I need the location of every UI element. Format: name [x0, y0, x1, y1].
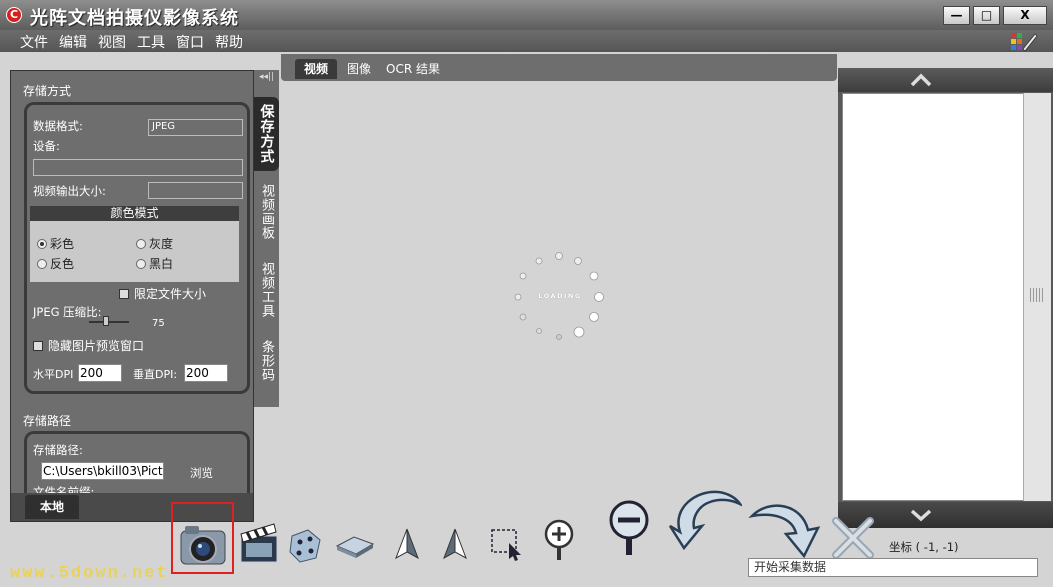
menu-help[interactable]: 帮助 [215, 32, 243, 52]
tab-image[interactable]: 图像 [341, 59, 377, 79]
redo-icon[interactable] [748, 500, 824, 560]
video-output-size-label: 视频输出大小: [33, 184, 106, 198]
chevron-up-icon [910, 73, 932, 87]
storage-path-heading: 存储路径 [23, 414, 72, 428]
storage-mode-group: 数据格式: JPEG 设备: 视频输出大小: 颜色模式 彩色 灰度 反色 黑白 … [24, 102, 250, 394]
minimize-button[interactable]: — [943, 6, 970, 25]
storage-mode-heading: 存储方式 [23, 84, 72, 98]
radio-color[interactable]: 彩色 [37, 235, 74, 252]
close-button[interactable]: X [1003, 6, 1047, 25]
thumbnail-panel [838, 68, 1053, 528]
rotate-right-icon[interactable] [440, 526, 470, 564]
video-output-size-field[interactable] [148, 182, 243, 199]
limit-file-size-checkbox[interactable]: 限定文件大小 [119, 285, 206, 302]
window-title: 光阵文档拍摄仪影像系统 [30, 8, 239, 29]
color-mode-box: 颜色模式 彩色 灰度 反色 黑白 [30, 206, 239, 282]
zoom-out-icon[interactable] [606, 498, 652, 556]
tab-video-canvas[interactable]: 视频画板 [254, 175, 279, 249]
side-tab-strip: ◂◂|| 保存方式 视频画板 视频工具 条形码 [254, 70, 279, 407]
tab-local[interactable]: 本地 [25, 495, 79, 519]
undo-icon[interactable] [662, 484, 742, 554]
menu-tools[interactable]: 工具 [137, 32, 165, 52]
menu-edit[interactable]: 编辑 [59, 32, 87, 52]
jpeg-compress-track [89, 321, 129, 323]
menu-file[interactable]: 文件 [20, 32, 48, 52]
device-label: 设备: [33, 139, 60, 153]
watermark: www.5down.net [10, 564, 169, 583]
tab-barcode[interactable]: 条形码 [254, 331, 279, 391]
jpeg-compress-slider[interactable] [103, 316, 109, 326]
menu-view[interactable]: 视图 [98, 32, 126, 52]
hide-preview-checkbox[interactable]: 隐藏图片预览窗口 [33, 337, 144, 354]
maximize-button[interactable]: □ [973, 6, 1000, 25]
radio-invert[interactable]: 反色 [37, 255, 74, 272]
tab-video-tools[interactable]: 视频工具 [254, 253, 279, 327]
jpeg-compress-value: 75 [152, 318, 165, 329]
loading-text: LOADING [538, 292, 582, 300]
menu-window[interactable]: 窗口 [176, 32, 204, 52]
thumbnail-scroll-up[interactable] [838, 68, 1053, 92]
color-mode-header: 颜色模式 [30, 206, 239, 221]
radio-black-white[interactable]: 黑白 [136, 255, 173, 272]
data-format-label: 数据格式: [33, 119, 83, 133]
browse-button[interactable]: 浏览 [190, 465, 213, 481]
jpeg-compress-label: JPEG 压缩比: [33, 305, 102, 319]
scrollbar-grip-icon[interactable] [1030, 288, 1044, 302]
menu-bar: 文件 编辑 视图 工具 窗口 帮助 [0, 30, 1053, 52]
camera-capture-icon[interactable] [178, 522, 228, 567]
data-format-field[interactable]: JPEG [148, 119, 243, 136]
storage-path-label: 存储路径: [33, 443, 83, 457]
vertical-dpi-input[interactable]: 200 [184, 364, 228, 382]
scanner-icon[interactable] [334, 530, 376, 560]
storage-path-group: 存储路径: C:\Users\bkill03\Pict 浏览 文件名前缀: [24, 431, 250, 501]
thumbnail-list[interactable] [842, 93, 1024, 501]
horizontal-dpi-label: 水平DPI [33, 368, 74, 381]
view-tab-bar: 视频 图像 OCR 结果 [281, 54, 837, 81]
chevron-down-icon [910, 509, 932, 522]
status-bar: 开始采集数据 [748, 558, 1038, 577]
title-bar: C 光阵文档拍摄仪影像系统 — □ X [0, 0, 1053, 30]
loading-spinner: LOADING [510, 250, 610, 345]
tab-ocr-result[interactable]: OCR 结果 [385, 59, 441, 79]
delete-icon[interactable] [830, 515, 876, 559]
tab-video[interactable]: 视频 [295, 59, 337, 79]
app-icon: C [6, 7, 22, 23]
horizontal-dpi-input[interactable]: 200 [78, 364, 122, 382]
tab-save-mode[interactable]: 保存方式 [254, 97, 279, 171]
zoom-in-icon[interactable] [541, 518, 577, 562]
coordinates-readout: 坐标 ( -1, -1) [889, 540, 959, 554]
video-record-icon[interactable] [238, 521, 280, 565]
collapse-tabs-icon[interactable]: ◂◂|| [254, 70, 279, 96]
storage-path-input[interactable]: C:\Users\bkill03\Pict [41, 462, 164, 480]
rotate-left-icon[interactable] [392, 526, 422, 564]
dice-icon[interactable] [286, 526, 324, 564]
device-field[interactable] [33, 159, 243, 176]
vertical-dpi-label: 垂直DPI: [133, 368, 178, 381]
palette-icon[interactable] [1009, 30, 1039, 52]
select-region-icon[interactable] [489, 526, 527, 562]
thumbnail-scrollbar[interactable] [1023, 93, 1051, 501]
settings-panel: 存储方式 数据格式: JPEG 设备: 视频输出大小: 颜色模式 彩色 灰度 反… [10, 70, 254, 522]
radio-gray[interactable]: 灰度 [136, 235, 173, 252]
